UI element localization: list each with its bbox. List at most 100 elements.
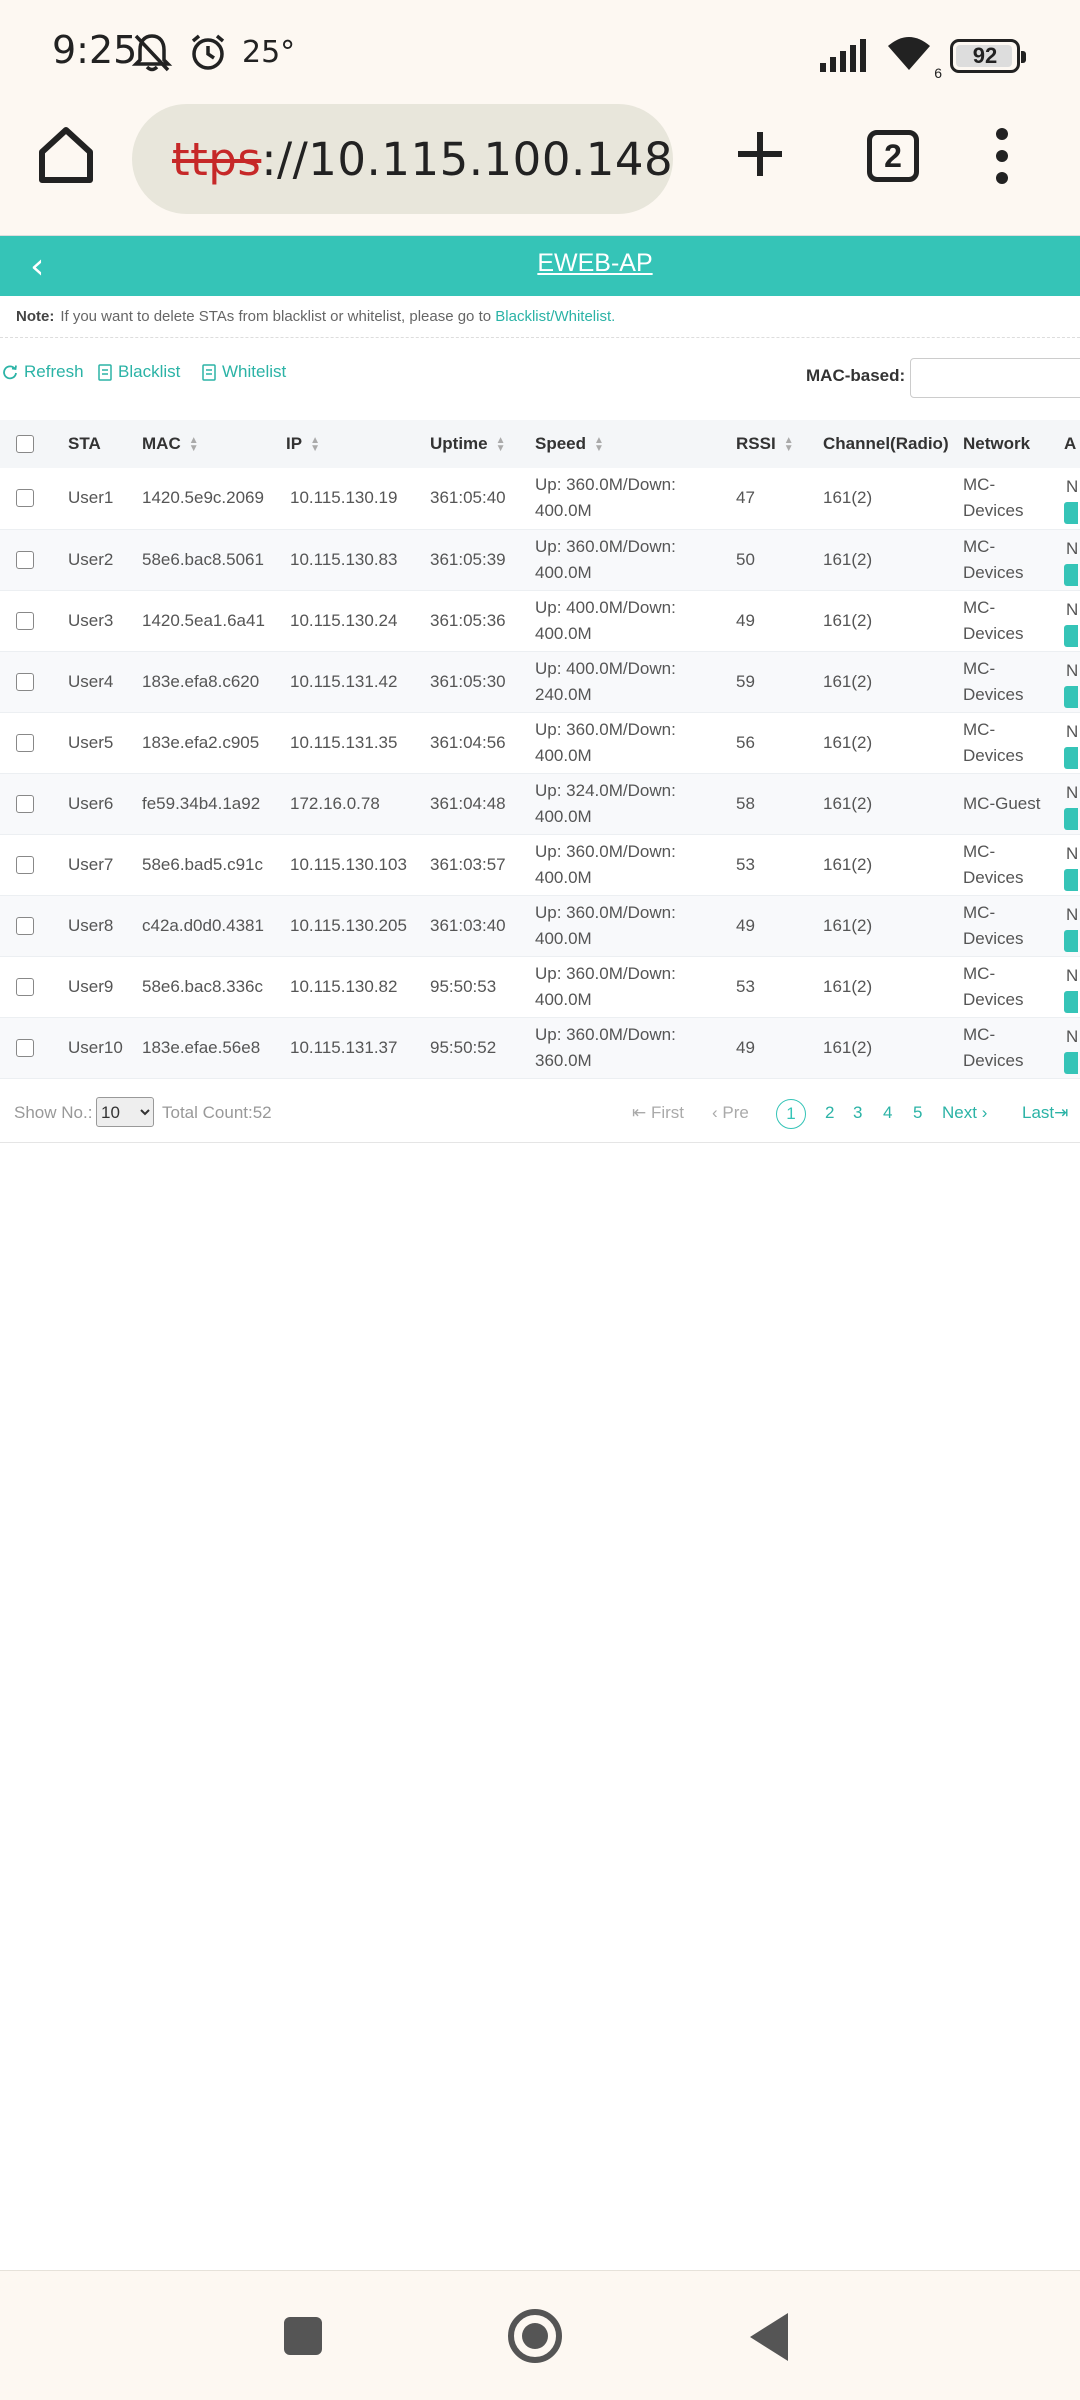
cell-mac: 183e.efae.56e8 xyxy=(136,1017,280,1079)
refresh-label: Refresh xyxy=(24,362,84,381)
row-checkbox[interactable] xyxy=(16,489,34,508)
page-5[interactable]: 5 xyxy=(913,1103,922,1123)
speed-down: 360.0M xyxy=(535,1050,592,1070)
sort-icon[interactable]: ▲ ▼ xyxy=(594,435,604,453)
cell-network: MC- Devices xyxy=(957,956,1062,1018)
page-4[interactable]: 4 xyxy=(883,1103,892,1123)
prev-page-button[interactable]: ‹ Pre xyxy=(712,1103,749,1123)
cell-channel: 161(2) xyxy=(817,468,957,530)
action-button-cut[interactable] xyxy=(1064,868,1078,891)
action-button-cut[interactable] xyxy=(1064,1051,1078,1074)
cell-sta: User3 xyxy=(62,590,136,652)
wifi-badge: 6 xyxy=(934,65,942,81)
action-button-cut[interactable] xyxy=(1064,929,1078,952)
row-select-cell xyxy=(0,773,62,835)
speed-up: Up: 360.0M/Down: xyxy=(535,1024,676,1044)
row-checkbox[interactable] xyxy=(16,672,34,691)
speed-up: Up: 360.0M/Down: xyxy=(535,963,676,983)
speed-up: Up: 324.0M/Down: xyxy=(535,780,676,800)
cell-uptime: 95:50:52 xyxy=(424,1017,529,1079)
cell-mac: 58e6.bac8.336c xyxy=(136,956,280,1018)
cell-sta: User9 xyxy=(62,956,136,1018)
action-button-cut[interactable] xyxy=(1064,624,1078,647)
row-checkbox[interactable] xyxy=(16,916,34,935)
whitelist-button[interactable]: Whitelist xyxy=(202,362,286,382)
cell-rssi: 47 xyxy=(730,468,817,530)
cell-channel: 161(2) xyxy=(817,956,957,1018)
table-body: User1 1420.5e9c.2069 10.115.130.19 361:05:4… xyxy=(0,468,1080,1079)
url-text: ttps://10.115.100.148 xyxy=(172,133,673,186)
speed-up: Up: 360.0M/Down: xyxy=(535,536,676,556)
speed-down: 400.0M xyxy=(535,867,592,887)
tab-switcher-button[interactable]: 2 xyxy=(867,130,919,182)
address-bar[interactable]: ttps://10.115.100.148 xyxy=(132,104,673,214)
action-button-cut[interactable] xyxy=(1064,685,1078,708)
header-speed[interactable]: Speed ▲ ▼ xyxy=(529,420,730,468)
action-button-cut[interactable] xyxy=(1064,990,1078,1013)
table-header-row: STA MAC ▲ ▼ IP ▲ ▼ Uptime ▲ ▼ Speed ▲ ▼ RSSI ▲ ▼ C… xyxy=(0,420,1080,468)
page-size-select[interactable]: 10 xyxy=(96,1097,154,1127)
row-checkbox[interactable] xyxy=(16,1038,34,1057)
cell-uptime: 361:04:56 xyxy=(424,712,529,774)
cell-mac: fe59.34b4.1a92 xyxy=(136,773,280,835)
action-button-cut[interactable] xyxy=(1064,807,1078,830)
page-current[interactable]: 1 xyxy=(776,1099,806,1129)
row-select-cell xyxy=(0,651,62,713)
cell-rssi: 49 xyxy=(730,895,817,957)
next-page-button[interactable]: Next › xyxy=(942,1103,987,1123)
row-checkbox[interactable] xyxy=(16,855,34,874)
last-page-button[interactable]: Last⇥ xyxy=(1022,1103,1068,1123)
header-mac[interactable]: MAC ▲ ▼ xyxy=(136,420,280,468)
blacklist-whitelist-link[interactable]: Blacklist/Whitelist. xyxy=(495,308,615,325)
recents-icon[interactable] xyxy=(284,2317,322,2355)
page-title[interactable]: EWEB-AP xyxy=(0,249,1080,278)
sort-icon[interactable]: ▲ ▼ xyxy=(310,435,320,453)
cell-rssi: 56 xyxy=(730,712,817,774)
table-row: User3 1420.5ea1.6a41 10.115.130.24 361:05:3… xyxy=(0,590,1080,652)
cell-action-cut: N xyxy=(1062,956,1080,1018)
speed-down: 400.0M xyxy=(535,745,592,765)
browser-toolbar: ttps://10.115.100.148 2 xyxy=(0,100,1080,236)
back-nav-icon[interactable] xyxy=(750,2313,788,2361)
page-3[interactable]: 3 xyxy=(853,1103,862,1123)
sort-icon[interactable]: ▲ ▼ xyxy=(189,435,199,453)
row-checkbox[interactable] xyxy=(16,611,34,630)
network-line-1: MC- xyxy=(963,658,996,678)
sort-icon[interactable]: ▲ ▼ xyxy=(496,435,506,453)
row-checkbox[interactable] xyxy=(16,733,34,752)
row-checkbox[interactable] xyxy=(16,550,34,569)
cell-channel: 161(2) xyxy=(817,895,957,957)
cell-sta: User10 xyxy=(62,1017,136,1079)
header-ip[interactable]: IP ▲ ▼ xyxy=(280,420,424,468)
cell-speed: Up: 360.0M/Down: 400.0M xyxy=(529,468,730,530)
action-button-cut[interactable] xyxy=(1064,502,1078,524)
cell-mac: c42a.d0d0.4381 xyxy=(136,895,280,957)
sort-icon[interactable]: ▲ ▼ xyxy=(784,435,794,453)
mac-filter-input[interactable] xyxy=(910,358,1080,398)
first-page-button[interactable]: ⇤ First xyxy=(632,1103,684,1123)
cell-sta: User7 xyxy=(62,834,136,896)
refresh-button[interactable]: Refresh xyxy=(2,362,84,382)
cell-sta: User1 xyxy=(62,468,136,530)
speed-down: 400.0M xyxy=(535,562,592,582)
status-icons-right: 6 92 xyxy=(818,34,1026,81)
row-checkbox[interactable] xyxy=(16,794,34,813)
overflow-menu-icon[interactable] xyxy=(994,128,1010,184)
header-rssi[interactable]: RSSI ▲ ▼ xyxy=(730,420,817,468)
action-button-cut[interactable] xyxy=(1064,746,1078,769)
header-channel: Channel(Radio) xyxy=(817,420,957,468)
cell-network: MC- Devices xyxy=(957,468,1062,530)
network-line-2: Devices xyxy=(963,623,1024,643)
new-tab-icon[interactable] xyxy=(736,130,784,178)
network-line-1: MC- xyxy=(963,1024,996,1044)
cell-channel: 161(2) xyxy=(817,590,957,652)
blacklist-button[interactable]: Blacklist xyxy=(98,362,180,382)
page-2[interactable]: 2 xyxy=(825,1103,834,1123)
home-nav-icon[interactable] xyxy=(508,2309,562,2363)
select-all-checkbox[interactable] xyxy=(16,435,34,453)
home-icon[interactable] xyxy=(38,124,94,184)
cell-uptime: 361:05:40 xyxy=(424,468,529,530)
action-button-cut[interactable] xyxy=(1064,563,1078,586)
row-checkbox[interactable] xyxy=(16,977,34,996)
header-uptime[interactable]: Uptime ▲ ▼ xyxy=(424,420,529,468)
